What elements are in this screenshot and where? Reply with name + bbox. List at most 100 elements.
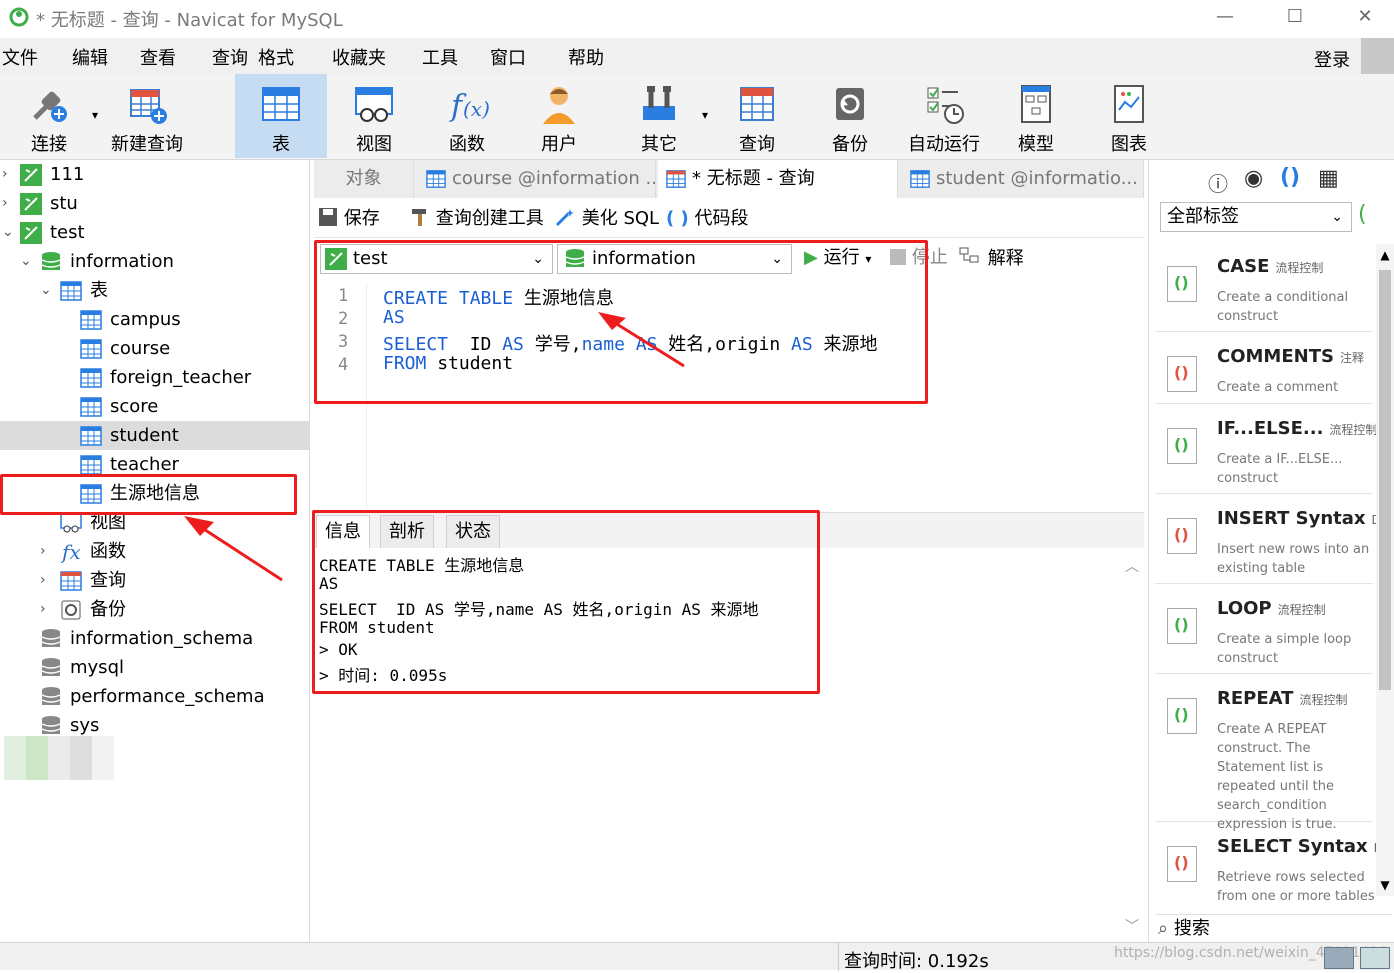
tree-tables-group[interactable]: ⌄ 表 xyxy=(0,276,309,305)
tree-connection-stu[interactable]: › stu xyxy=(0,189,309,218)
snippet-name: SELECT Syntax xyxy=(1217,836,1368,857)
menu-format[interactable]: 格式 xyxy=(258,44,294,70)
chevron-right-icon[interactable]: › xyxy=(40,595,54,624)
snippet-item[interactable]: () CASE 流程控制 Create a conditional constru… xyxy=(1155,244,1373,332)
tree-connection-test[interactable]: ⌄ test xyxy=(0,218,309,247)
chevron-down-icon[interactable]: ⌄ xyxy=(2,218,16,247)
scroll-up-icon[interactable]: ▲ xyxy=(1376,248,1394,262)
menu-tools[interactable]: 工具 xyxy=(422,44,458,70)
plug-icon xyxy=(33,91,67,122)
snippet-item[interactable]: () REPEAT 流程控制 Create A REPEAT construct.… xyxy=(1155,676,1373,832)
tree-functions-group[interactable]: › fx 函数 xyxy=(0,537,309,566)
snippet-desc: Create A REPEAT construct. The Statement… xyxy=(1217,722,1337,832)
code-snippet-button[interactable]: ( ) 代码段 xyxy=(666,207,748,231)
tab-course[interactable]: course @information ... xyxy=(418,160,656,198)
snippet-item[interactable]: () IF...ELSE... 流程控制 Create a IF...ELSE..… xyxy=(1155,406,1377,494)
connect-dropdown-arrow-icon[interactable]: ▾ xyxy=(92,108,98,122)
tab-objects[interactable]: 对象 xyxy=(314,160,414,198)
avatar[interactable] xyxy=(1361,38,1394,74)
tree-database-item[interactable]: mysql xyxy=(0,653,309,682)
info-icon[interactable]: ⓘ xyxy=(1208,168,1228,197)
scroll-up-icon[interactable]: ︿ xyxy=(1124,556,1140,576)
query-builder-button[interactable]: 查询创建工具 xyxy=(410,207,544,231)
tab-student[interactable]: student @informatio... xyxy=(902,160,1144,198)
close-button[interactable]: ✕ xyxy=(1350,4,1380,30)
model-button[interactable]: 模型 xyxy=(992,74,1080,158)
chart-button[interactable]: 图表 xyxy=(1084,74,1174,158)
table-button[interactable]: 表 xyxy=(235,74,327,158)
tag-filter-select[interactable]: 全部标签 ⌄ xyxy=(1160,202,1352,232)
database-icon xyxy=(41,716,61,734)
snippet-item[interactable]: () SELECT SyntaxDM Retrieve rows selecte… xyxy=(1155,824,1393,912)
form-view-icon[interactable] xyxy=(1360,947,1390,969)
tree-label: 查询 xyxy=(90,570,126,591)
other-dropdown-arrow-icon[interactable]: ▾ xyxy=(702,108,708,122)
menu-help[interactable]: 帮助 xyxy=(568,44,604,70)
tree-table-item[interactable]: score xyxy=(0,392,309,421)
tree-table-item[interactable]: course xyxy=(0,334,309,363)
title-bar: * 无标题 - 查询 - Navicat for MySQL — ☐ ✕ xyxy=(0,0,1394,34)
tree-database-item[interactable]: performance_schema xyxy=(0,682,309,711)
add-snippet-icon[interactable]: ( xyxy=(1358,202,1367,227)
backup-button[interactable]: 备份 xyxy=(806,74,894,158)
scroll-down-icon[interactable]: ▼ xyxy=(1376,878,1394,892)
menu-view[interactable]: 查看 xyxy=(140,44,176,70)
user-label: 用户 xyxy=(541,134,577,155)
chevron-down-icon[interactable]: ⌄ xyxy=(20,247,34,276)
chevron-down-icon[interactable]: ⌄ xyxy=(40,276,54,305)
layout-icon[interactable]: ▦ xyxy=(1318,166,1339,191)
snippet-scrollbar[interactable]: ▲ ▼ xyxy=(1376,244,1394,896)
tree-label: student xyxy=(110,425,179,446)
tree-backups-group[interactable]: › 备份 xyxy=(0,595,309,624)
tree-connection-111[interactable]: › 111 xyxy=(0,160,309,189)
user-button[interactable]: 用户 xyxy=(514,74,604,158)
snippet-item[interactable]: () LOOP 流程控制 Create a simple loop constru… xyxy=(1155,586,1373,674)
tab-untitled-query[interactable]: * 无标题 - 查询 xyxy=(658,160,898,198)
query-button[interactable]: 查询 xyxy=(712,74,802,158)
scroll-down-icon[interactable]: ﹀ xyxy=(1124,916,1140,936)
menu-query[interactable]: 查询 xyxy=(212,44,248,70)
menu-file[interactable]: 文件 xyxy=(2,44,38,70)
snippet-search[interactable]: ⌕ 搜索 xyxy=(1156,914,1392,942)
function-button[interactable]: f (x) 函数 xyxy=(422,74,512,158)
snippet-desc: Create a IF...ELSE... construct xyxy=(1217,452,1343,486)
table-icon xyxy=(80,310,102,330)
result-scrollbar[interactable]: ︿ ﹀ xyxy=(1124,556,1140,936)
chevron-right-icon[interactable]: › xyxy=(2,189,16,218)
query-icon xyxy=(740,87,774,121)
auto-run-button[interactable]: 自动运行 xyxy=(898,74,990,158)
grid-view-icon[interactable] xyxy=(1324,947,1354,969)
tree-database-item[interactable]: information_schema xyxy=(0,624,309,653)
chevron-right-icon[interactable]: › xyxy=(2,160,16,189)
menu-edit[interactable]: 编辑 xyxy=(72,44,108,70)
tree-table-item[interactable]: foreign_teacher xyxy=(0,363,309,392)
backup-icon xyxy=(836,88,864,120)
function-icon: f (x) xyxy=(449,89,489,124)
save-button[interactable]: 保存 xyxy=(318,207,380,231)
table-icon xyxy=(80,339,102,359)
tree-database-information[interactable]: ⌄ information xyxy=(0,247,309,276)
snippet-item[interactable]: () COMMENTS 注释 Create a comment xyxy=(1155,334,1373,404)
snippet-item[interactable]: () INSERT SyntaxDM Insert new rows into … xyxy=(1155,496,1391,584)
menu-favorites[interactable]: 收藏夹 xyxy=(332,44,386,70)
beautify-sql-button[interactable]: 美化 SQL xyxy=(554,207,659,231)
chevron-right-icon[interactable]: › xyxy=(40,566,54,595)
scroll-thumb[interactable] xyxy=(1379,270,1391,690)
tree-table-item-selected[interactable]: student xyxy=(0,421,309,450)
login-link[interactable]: 登录 xyxy=(1314,46,1350,72)
snippet-category: 流程控制 xyxy=(1299,693,1348,707)
tree-queries-group[interactable]: › 查询 xyxy=(0,566,309,595)
new-query-button[interactable]: 新建查询 xyxy=(104,74,190,158)
status-divider xyxy=(838,943,839,971)
view-button[interactable]: 视图 xyxy=(330,74,418,158)
code-snippet-icon[interactable]: () xyxy=(1280,165,1300,190)
explain-button[interactable]: 解释 xyxy=(958,246,1024,270)
chevron-right-icon[interactable]: › xyxy=(40,537,54,566)
tree-table-item[interactable]: campus xyxy=(0,305,309,334)
connect-button[interactable]: 连接 xyxy=(4,74,94,158)
eye-icon[interactable]: ◉ xyxy=(1244,166,1263,191)
menu-window[interactable]: 窗口 xyxy=(490,44,526,70)
other-button[interactable]: 其它 xyxy=(614,74,704,158)
maximize-button[interactable]: ☐ xyxy=(1280,4,1310,30)
minimize-button[interactable]: — xyxy=(1210,4,1240,30)
